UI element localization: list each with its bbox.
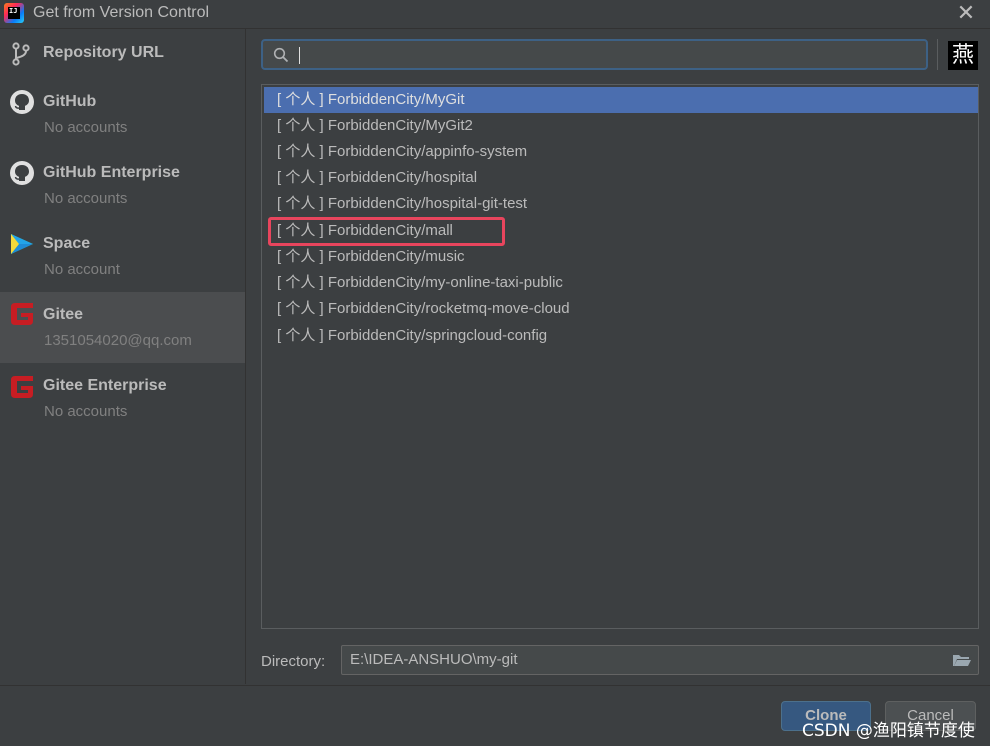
sidebar-item-label: GitHub Enterprise <box>43 164 180 181</box>
sidebar-item-label: Repository URL <box>43 44 164 61</box>
account-avatar[interactable]: 燕 <box>948 41 978 70</box>
list-item[interactable]: [ 个人 ] ForbiddenCity/hospital-git-test <box>264 191 978 217</box>
directory-field[interactable]: E:\IDEA-ANSHUO\my-git <box>341 645 979 675</box>
sidebar-item-status: No accounts <box>44 403 128 420</box>
annotation-highlight-box <box>268 217 505 246</box>
list-item[interactable]: [ 个人 ] ForbiddenCity/springcloud-config <box>264 323 978 349</box>
directory-label: Directory: <box>261 653 326 670</box>
repository-list[interactable]: [ 个人 ] ForbiddenCity/MyGit [ 个人 ] Forbid… <box>261 84 979 629</box>
gitee-icon <box>11 303 33 325</box>
repository-search-input[interactable] <box>261 39 928 70</box>
github-icon <box>10 161 34 185</box>
sidebar-item-label: Gitee <box>43 306 84 323</box>
close-icon[interactable]: ✕ <box>956 2 976 24</box>
list-item[interactable]: [ 个人 ] ForbiddenCity/appinfo-system <box>264 139 978 165</box>
sidebar-item-status: No accounts <box>44 190 128 207</box>
title-bar: IJ Get from Version Control ✕ <box>0 0 990 29</box>
directory-value: E:\IDEA-ANSHUO\my-git <box>350 651 518 668</box>
sidebar-item-github[interactable]: GitHub No accounts <box>0 79 245 150</box>
sidebar-item-status: No accounts <box>44 119 128 136</box>
toolbar-divider <box>937 39 938 70</box>
list-item[interactable]: [ 个人 ] ForbiddenCity/hospital <box>264 165 978 191</box>
list-item[interactable]: [ 个人 ] ForbiddenCity/music <box>264 244 978 270</box>
jetbrains-space-icon <box>11 234 33 254</box>
sidebar-item-space[interactable]: Space No account <box>0 221 245 292</box>
window-title: Get from Version Control <box>33 4 210 21</box>
sidebar-item-github-enterprise[interactable]: GitHub Enterprise No accounts <box>0 150 245 221</box>
text-caret <box>299 47 300 64</box>
list-item[interactable]: [ 个人 ] ForbiddenCity/MyGit <box>264 87 978 113</box>
sidebar-item-gitee[interactable]: Gitee 1351054020@qq.com <box>0 292 245 363</box>
sidebar-item-label: Space <box>43 235 91 252</box>
sidebar-item-label: GitHub <box>43 93 97 110</box>
watermark: CSDN @渔阳镇节度使 <box>802 721 975 741</box>
sidebar-item-account: 1351054020@qq.com <box>44 332 192 349</box>
list-item[interactable]: [ 个人 ] ForbiddenCity/my-online-taxi-publ… <box>264 270 978 296</box>
sidebar-item-status: No account <box>44 261 120 278</box>
sidebar-item-label: Gitee Enterprise <box>43 377 167 394</box>
search-icon <box>273 47 289 63</box>
sidebar-item-gitee-enterprise[interactable]: Gitee Enterprise No accounts <box>0 363 245 434</box>
gitee-icon <box>11 376 33 398</box>
github-icon <box>10 90 34 114</box>
sidebar-item-repository-url[interactable]: Repository URL <box>0 29 245 79</box>
intellij-app-icon: IJ <box>4 3 24 23</box>
provider-sidebar: Repository URL GitHub No accounts GitHub… <box>0 29 246 684</box>
list-item[interactable]: [ 个人 ] ForbiddenCity/MyGit2 <box>264 113 978 139</box>
folder-icon[interactable] <box>952 652 972 668</box>
list-item[interactable]: [ 个人 ] ForbiddenCity/rocketmq-move-cloud <box>264 296 978 322</box>
vcs-branch-icon <box>12 42 30 66</box>
